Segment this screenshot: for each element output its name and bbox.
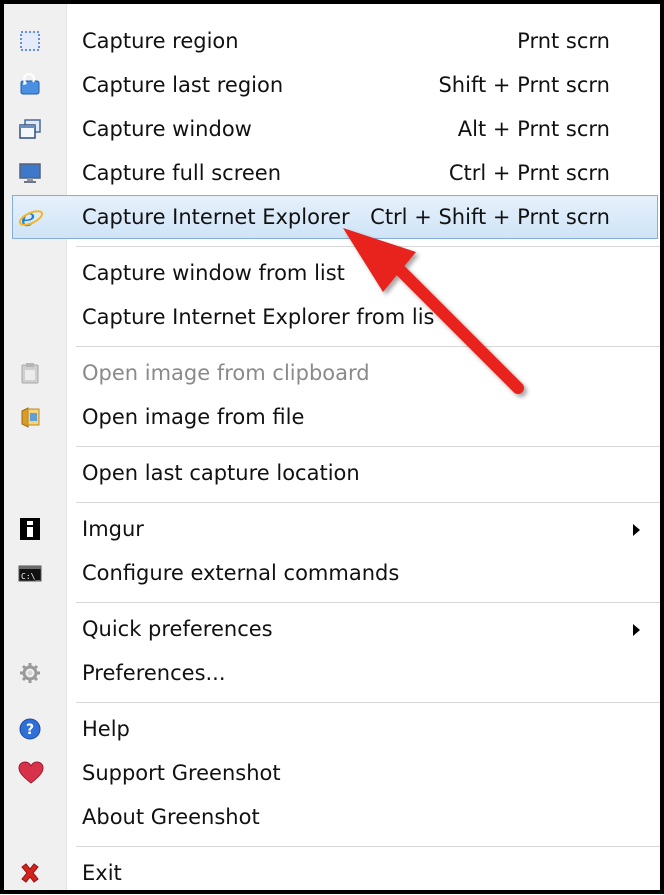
menu-item-exit[interactable]: Exit <box>4 851 660 895</box>
menu-item-capture-window-from-list[interactable]: Capture window from list <box>4 251 660 295</box>
menu-separator <box>76 446 660 448</box>
menu-item-label: Capture region <box>82 29 239 53</box>
shortcut-label: Ctrl + Shift + Prnt scrn <box>370 205 610 229</box>
menu-item-label: Imgur <box>82 517 144 541</box>
svg-text:C:\_: C:\_ <box>21 572 40 581</box>
window-icon <box>18 117 42 141</box>
monitor-icon <box>18 161 42 185</box>
menu-separator <box>76 346 660 348</box>
menu-item-imgur[interactable]: Imgur <box>4 507 660 551</box>
menu-item-label: Quick preferences <box>82 617 273 641</box>
help-icon: ? <box>18 717 42 741</box>
menu-item-label: Support Greenshot <box>82 761 281 785</box>
menu-item-open-last-capture-location[interactable]: Open last capture location <box>4 451 660 495</box>
menu-item-capture-window[interactable]: Capture window Alt + Prnt scrn <box>4 107 660 151</box>
menu-item-label: Capture Internet Explorer <box>82 205 350 229</box>
menu-item-preferences[interactable]: Preferences... <box>4 651 660 695</box>
menu-item-label: Configure external commands <box>82 561 400 585</box>
menu-separator <box>76 846 660 848</box>
svg-text:?: ? <box>26 722 34 738</box>
menu-item-open-image-from-clipboard: Open image from clipboard <box>4 351 660 395</box>
menu-item-label: About Greenshot <box>82 805 260 829</box>
menu-item-quick-preferences[interactable]: Quick preferences <box>4 607 660 651</box>
imgur-icon <box>18 517 42 541</box>
open-file-icon <box>18 405 42 429</box>
menu-item-about-greenshot[interactable]: About Greenshot <box>4 795 660 839</box>
region-select-icon <box>18 29 42 53</box>
menu-separator <box>76 702 660 704</box>
menu-item-capture-ie-from-list[interactable]: Capture Internet Explorer from lis <box>4 295 660 339</box>
menu-separator <box>76 502 660 504</box>
menu-item-label: Open image from file <box>82 405 305 429</box>
gear-icon <box>18 661 42 685</box>
menu-separator <box>76 602 660 604</box>
last-region-icon <box>18 73 42 97</box>
menu-item-configure-external-commands[interactable]: C:\_ Configure external commands <box>4 551 660 595</box>
shortcut-label: Prnt scrn <box>517 29 610 53</box>
submenu-arrow-icon <box>633 524 640 536</box>
menu-item-support-greenshot[interactable]: Support Greenshot <box>4 751 660 795</box>
internet-explorer-icon: e <box>18 204 44 232</box>
shortcut-label: Alt + Prnt scrn <box>457 117 610 141</box>
menu-item-label: Help <box>82 717 130 741</box>
menu-item-label: Capture full screen <box>82 161 282 185</box>
menu-item-label: Capture last region <box>82 73 284 97</box>
menu-item-label: Preferences... <box>82 661 226 685</box>
menu-item-capture-last-region[interactable]: Capture last region Shift + Prnt scrn <box>4 63 660 107</box>
menu-item-label: Capture window from list <box>82 261 345 285</box>
menu-item-open-image-from-file[interactable]: Open image from file <box>4 395 660 439</box>
menu-item-capture-region[interactable]: Capture region Prnt scrn <box>4 19 660 63</box>
menu-item-label: Capture window <box>82 117 252 141</box>
menu-item-label: Open image from clipboard <box>82 361 370 385</box>
menu-item-label: Capture Internet Explorer from lis <box>82 305 435 329</box>
clipboard-icon <box>18 361 42 385</box>
close-icon <box>18 861 42 885</box>
submenu-arrow-icon <box>633 624 640 636</box>
menu-item-capture-full-screen[interactable]: Capture full screen Ctrl + Prnt scrn <box>4 151 660 195</box>
shortcut-label: Ctrl + Prnt scrn <box>448 161 610 185</box>
menu-item-capture-internet-explorer[interactable]: e Capture Internet Explorer Ctrl + Shift… <box>12 195 658 239</box>
menu-item-label: Open last capture location <box>82 461 360 485</box>
menu-item-help[interactable]: ? Help <box>4 707 660 751</box>
shortcut-label: Shift + Prnt scrn <box>438 73 610 97</box>
menu-item-label: Exit <box>82 861 122 885</box>
heart-icon <box>18 761 44 785</box>
menu-separator <box>76 246 660 248</box>
command-prompt-icon: C:\_ <box>18 561 42 585</box>
greenshot-context-menu: Capture region Prnt scrn Capture last re… <box>0 0 664 894</box>
